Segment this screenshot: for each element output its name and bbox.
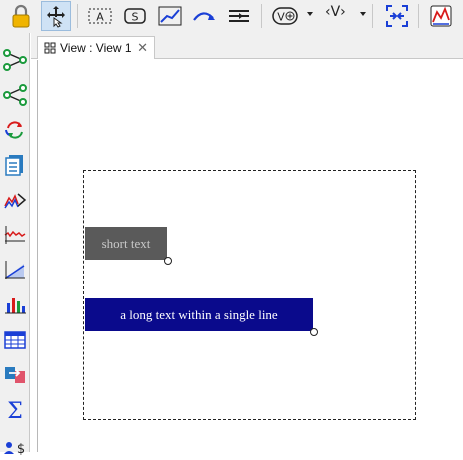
table-icon xyxy=(4,331,26,349)
toolbar-separator xyxy=(372,4,373,28)
insert-arrow-button[interactable] xyxy=(190,1,220,31)
resize-handle[interactable] xyxy=(164,257,172,265)
sidebar-item-sigma[interactable]: Σ xyxy=(2,395,28,425)
sigma-icon: Σ xyxy=(7,399,23,422)
network-icon xyxy=(3,84,27,106)
variable-brackets-icon: ‹V› xyxy=(325,4,346,20)
add-variable-dropdown[interactable] xyxy=(307,12,313,16)
fit-view-button[interactable] xyxy=(382,1,412,31)
histogram-compare-icon xyxy=(4,193,27,209)
graph-icon xyxy=(3,49,27,71)
graphics-frame[interactable] xyxy=(83,170,416,420)
short-text-box[interactable]: short text xyxy=(85,227,167,260)
sidebar-item-transfer[interactable] xyxy=(2,360,28,390)
left-sidebar: Σ $ xyxy=(0,33,30,456)
lock-button[interactable] xyxy=(6,1,36,31)
align-lines-icon xyxy=(229,10,249,22)
graphics-view-icon xyxy=(430,5,452,27)
insert-graph-button[interactable] xyxy=(155,1,185,31)
view-tab-bar: View : View 1 ✕ xyxy=(31,33,463,59)
sidebar-item-documents[interactable] xyxy=(2,150,28,180)
user-dollar-icon: $ xyxy=(4,442,25,456)
long-text-box[interactable]: a long text within a single line xyxy=(85,298,313,331)
toolbar-separator xyxy=(77,4,78,28)
area-chart-icon xyxy=(5,261,25,279)
sidebar-item-cycle[interactable] xyxy=(2,115,28,145)
svg-text:V: V xyxy=(277,11,285,24)
move-graphics-icon xyxy=(47,6,65,28)
sidebar-item-user-dollar[interactable]: $ xyxy=(2,430,28,460)
sidebar-item-table[interactable] xyxy=(2,325,28,355)
long-text-label: a long text within a single line xyxy=(120,306,278,322)
add-variable-icon: V xyxy=(272,7,298,25)
align-button[interactable] xyxy=(224,1,254,31)
bar-chart-icon xyxy=(5,298,26,314)
move-graphics-button[interactable] xyxy=(41,1,71,31)
time-series-icon xyxy=(4,226,26,244)
curved-arrow-icon xyxy=(193,12,215,21)
short-text-label: short text xyxy=(101,235,151,251)
sidebar-item-bar-chart[interactable] xyxy=(2,290,28,320)
toolbar-separator xyxy=(418,4,419,28)
insert-slider-button[interactable]: S xyxy=(120,1,150,31)
refresh-cycle-icon xyxy=(5,121,23,139)
sidebar-item-time-series[interactable] xyxy=(2,220,28,250)
variable-brackets-button[interactable]: ‹V› xyxy=(325,4,346,20)
close-icon[interactable]: ✕ xyxy=(137,40,148,56)
view-icon xyxy=(44,42,56,54)
svg-text:$: $ xyxy=(17,442,25,456)
main-toolbar: A S V ‹V› xyxy=(0,0,463,33)
fit-view-icon xyxy=(386,5,408,27)
sidebar-item-area-chart[interactable] xyxy=(2,255,28,285)
transfer-icon xyxy=(5,367,25,383)
sidebar-item-histogram-compare[interactable] xyxy=(2,185,28,215)
line-graph-icon xyxy=(158,6,182,26)
variable-brackets-dropdown[interactable] xyxy=(360,12,366,16)
sidebar-item-graph[interactable] xyxy=(2,45,28,75)
graphics-view-button[interactable] xyxy=(426,1,456,31)
text-box-icon: A xyxy=(88,8,112,24)
svg-text:S: S xyxy=(132,11,139,24)
svg-text:Σ: Σ xyxy=(7,399,23,422)
tab-view-1[interactable]: View : View 1 ✕ xyxy=(37,36,155,59)
slider-icon: S xyxy=(124,8,146,24)
sidebar-item-network[interactable] xyxy=(2,80,28,110)
add-variable-button[interactable]: V xyxy=(270,1,300,31)
tab-label: View : View 1 xyxy=(60,41,132,55)
lock-icon xyxy=(12,4,30,28)
toolbar-separator xyxy=(261,4,262,28)
document-list-icon xyxy=(5,155,23,176)
svg-text:A: A xyxy=(96,11,104,24)
insert-text-button[interactable]: A xyxy=(85,1,115,31)
resize-handle[interactable] xyxy=(310,328,318,336)
